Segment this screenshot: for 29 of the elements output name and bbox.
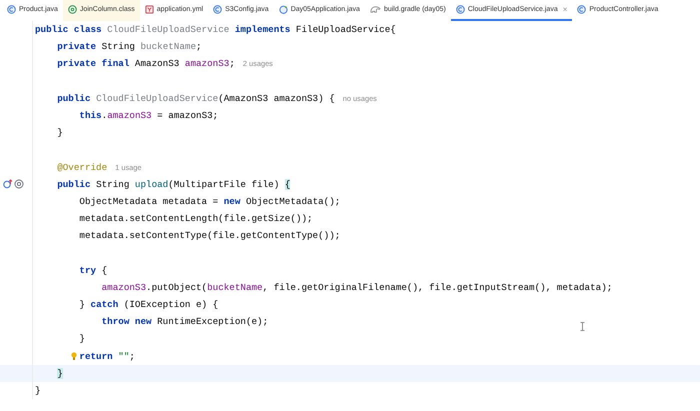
class-file-icon xyxy=(213,5,222,14)
code-line: } xyxy=(79,333,85,344)
code-line: try { xyxy=(79,264,108,276)
code-line: public String upload(MultipartFile file) { xyxy=(57,178,290,190)
code-line: } xyxy=(35,385,41,396)
code-line: metadata.setContentLength(file.getSize()); xyxy=(79,213,313,224)
code-line: } catch (IOException e) { xyxy=(79,299,218,310)
code-line: amazonS3.putObject(bucketName, file.getOriginalFilename(), file.getInputStream(), metadata); xyxy=(102,282,612,293)
code-line: throw new RuntimeException(e); xyxy=(102,316,268,328)
code-line: return ""; xyxy=(79,350,135,362)
elephant-icon xyxy=(370,5,381,14)
yaml-file-icon xyxy=(144,5,154,14)
text-cursor-icon xyxy=(580,322,585,331)
code-line: ObjectMetadata metadata = new ObjectMetadata(); xyxy=(79,196,340,207)
class-file-icon xyxy=(577,5,586,14)
class-file-icon xyxy=(456,5,465,14)
implementation-icon[interactable] xyxy=(3,179,13,190)
code-line: public CloudFileUploadService(AmazonS3 amazonS3) { xyxy=(57,92,335,104)
code-line: this.amazonS3 = amazonS3; xyxy=(79,110,218,122)
code-line: } xyxy=(57,127,63,138)
code-line: private final AmazonS3 amazonS3; xyxy=(57,58,235,70)
code-line: metadata.setContentType(file.getContentType()); xyxy=(79,230,340,242)
code-line: private String bucketName; xyxy=(57,41,202,52)
code-line: public class CloudFileUploadService implements FileUploadService{ xyxy=(35,24,396,36)
code-line: @Override xyxy=(57,162,108,173)
app-class-icon xyxy=(278,5,288,14)
annotation-icon xyxy=(68,5,77,14)
bulb-icon[interactable] xyxy=(71,352,78,361)
class-file-icon xyxy=(7,5,16,14)
